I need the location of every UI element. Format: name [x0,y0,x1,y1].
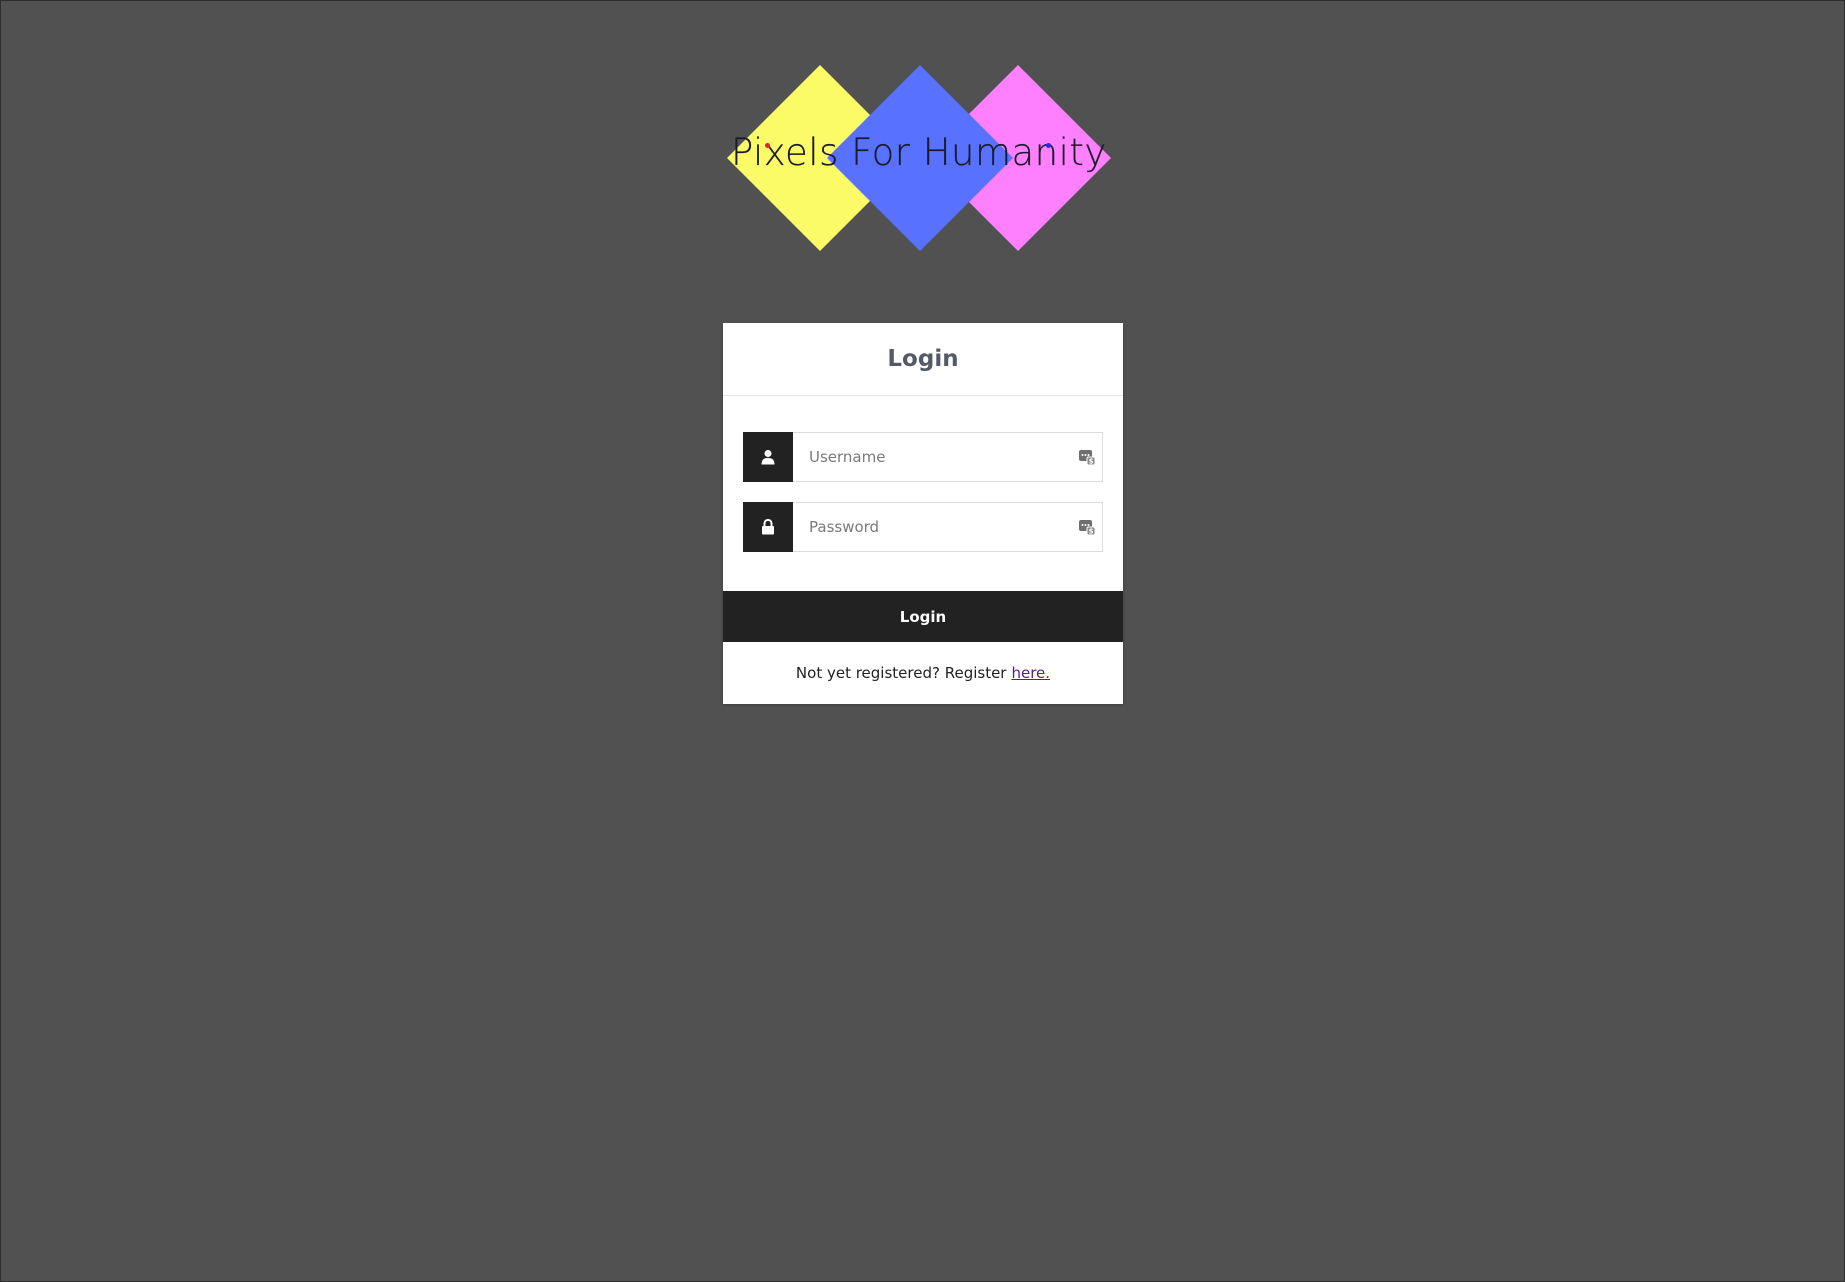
login-card: Login $ [723,323,1123,704]
register-link[interactable]: here. [1011,664,1050,682]
logo-text: Pixels For Humanity [731,131,1107,174]
register-prompt-text: Not yet registered? Register [795,664,1007,682]
logo: Pixels For Humanity [723,63,1113,253]
password-addon [743,502,793,552]
register-prompt: Not yet registered? Register here. [723,642,1123,704]
password-manager-icon[interactable]: $ [1078,448,1096,466]
lock-icon [762,519,774,535]
login-card-header: Login [723,323,1123,396]
password-input[interactable] [793,503,1102,551]
username-addon [743,432,793,482]
svg-text:$: $ [1089,528,1094,536]
logo-blue-dot [1046,143,1051,148]
login-title: Login [887,346,959,372]
login-button[interactable]: Login [723,591,1123,642]
svg-text:$: $ [1089,458,1094,466]
username-wrapper: $ [793,432,1103,482]
password-wrapper: $ [793,502,1103,552]
user-icon [761,450,775,465]
username-input[interactable] [793,433,1102,481]
password-group: $ [743,502,1103,552]
password-manager-icon[interactable]: $ [1078,518,1096,536]
logo-red-dot [765,143,770,148]
username-group: $ [743,432,1103,482]
login-form: $ $ [723,396,1123,591]
